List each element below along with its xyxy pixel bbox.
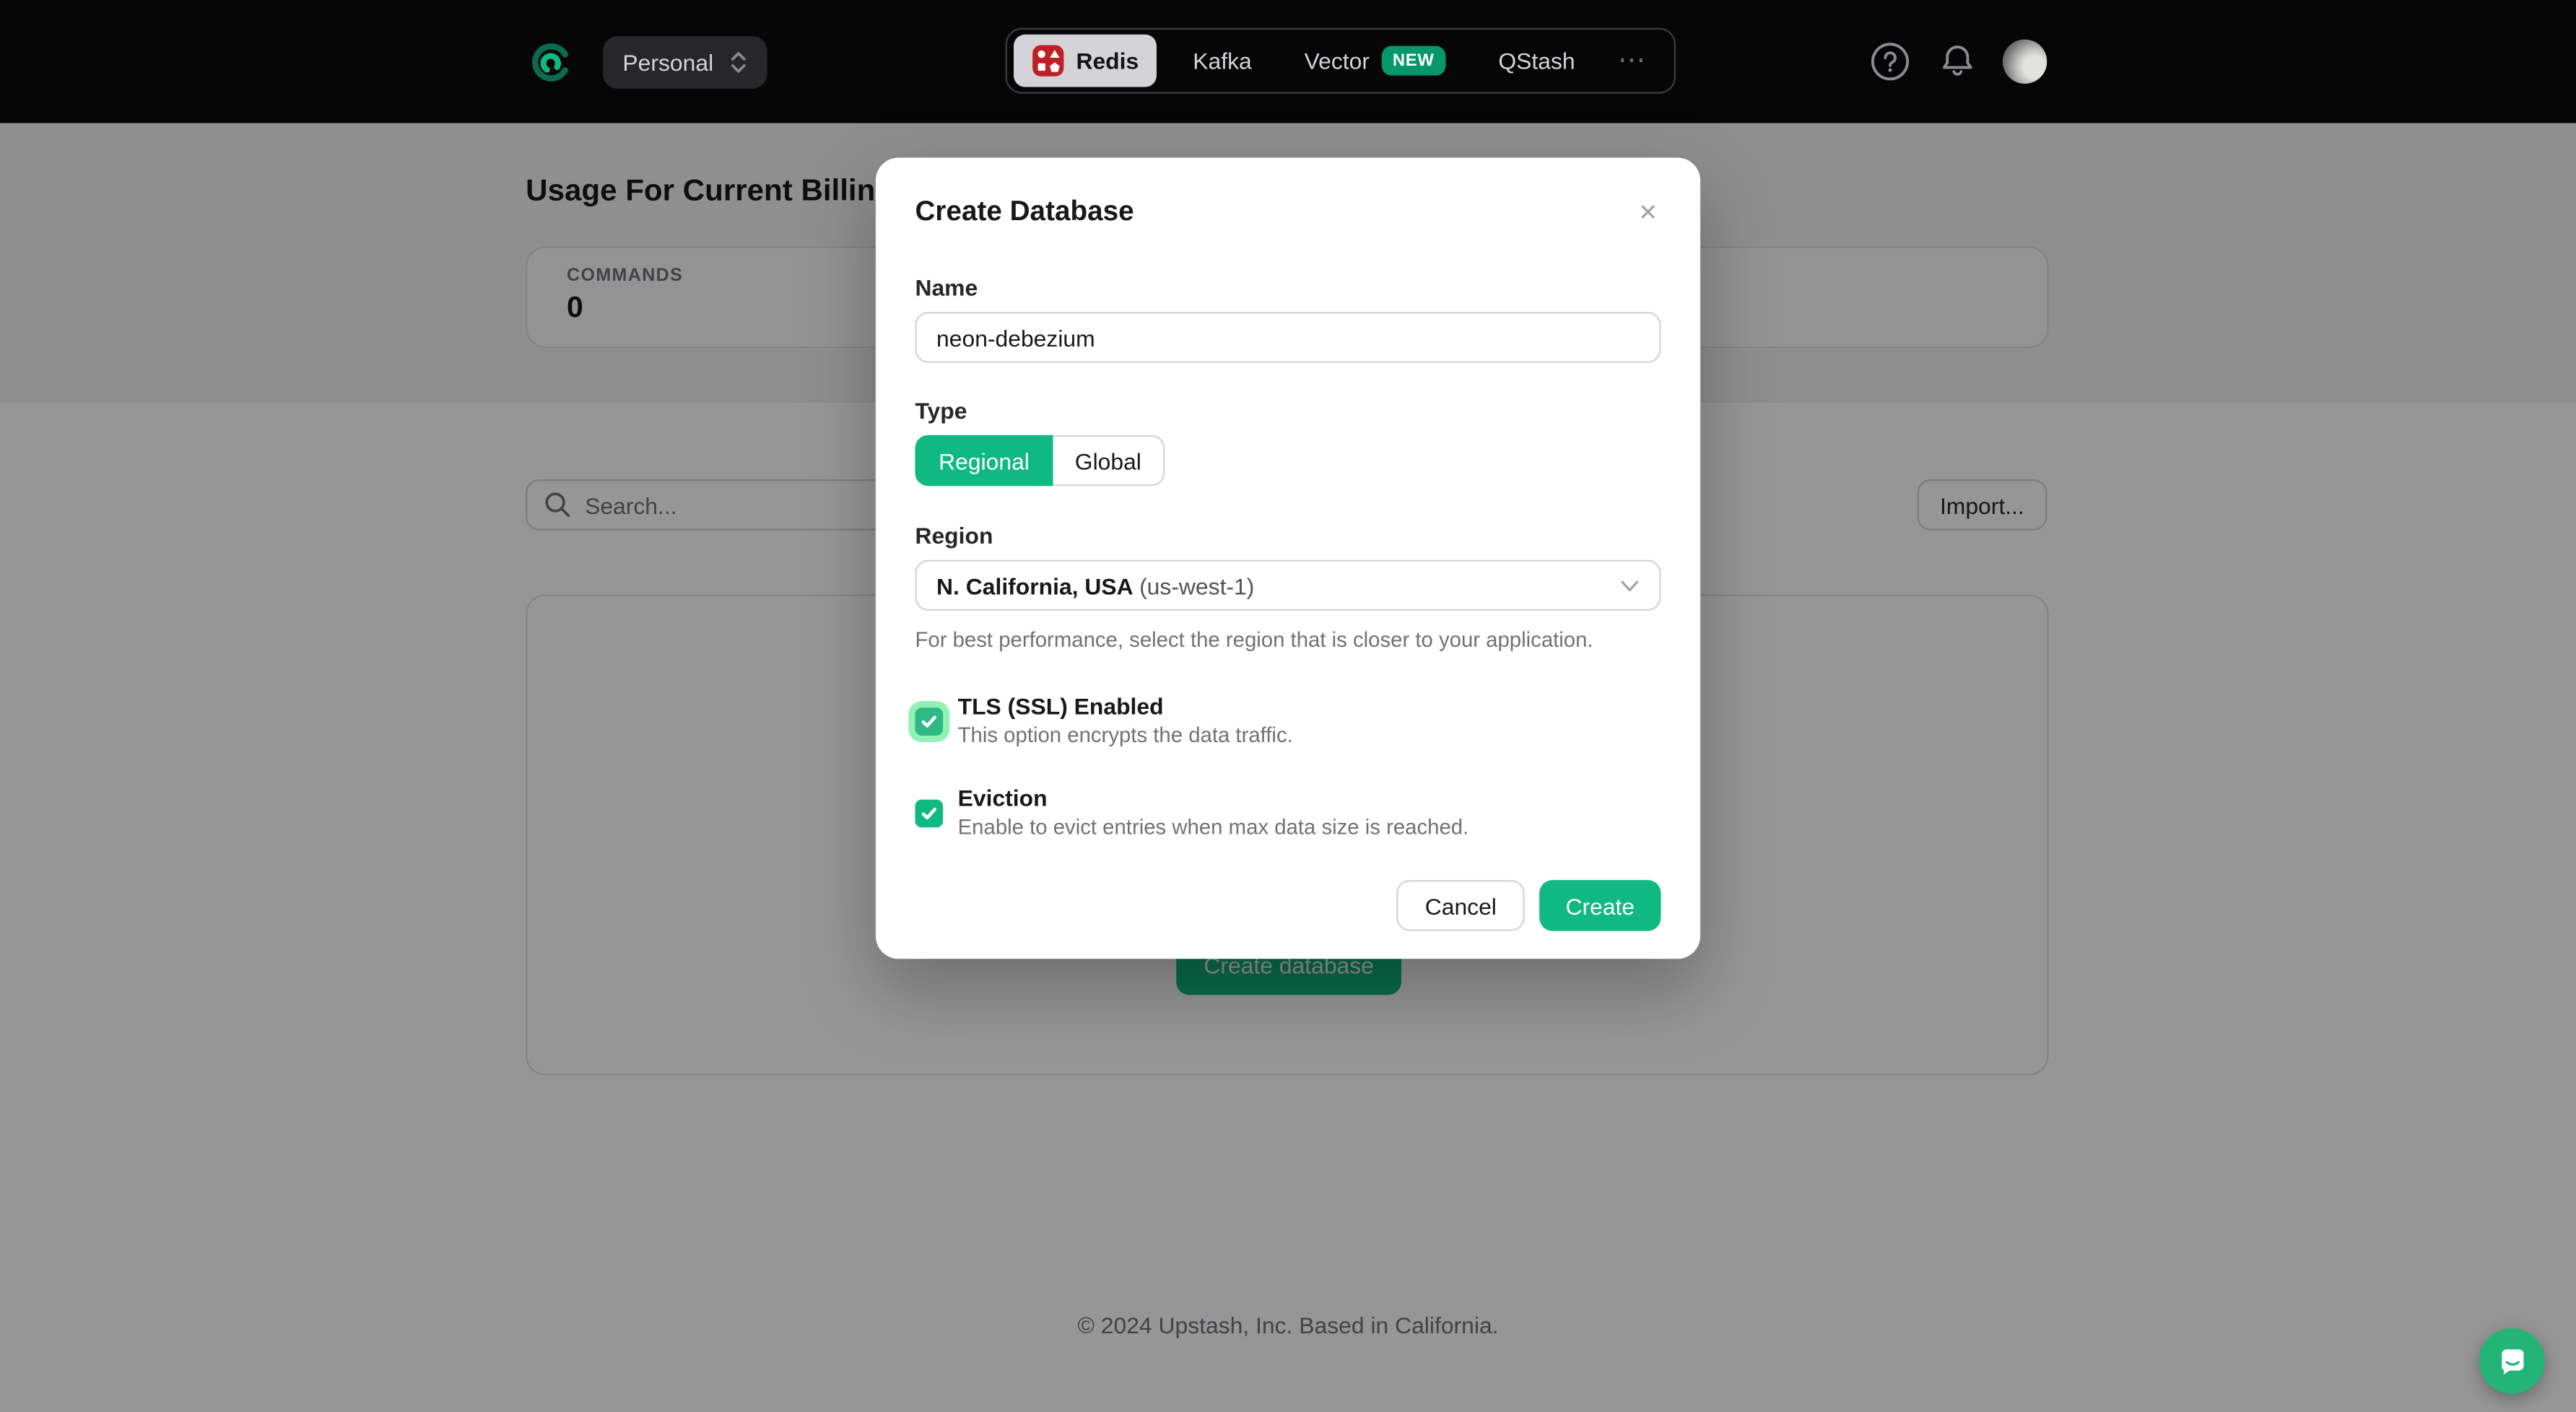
- create-button[interactable]: Create: [1539, 880, 1661, 931]
- tab-vector-label: Vector: [1305, 48, 1370, 74]
- tab-redis[interactable]: Redis: [1014, 35, 1157, 87]
- navbar-left: Personal: [529, 0, 768, 123]
- tab-qstash-label: QStash: [1498, 48, 1575, 74]
- create-database-modal: Create Database ✕ Name Type Regional Glo…: [876, 157, 1700, 959]
- eviction-row: Eviction Enable to evict entries when ma…: [915, 786, 1661, 839]
- tls-text: TLS (SSL) Enabled This option encrypts t…: [958, 694, 1293, 747]
- type-option-global[interactable]: Global: [1053, 435, 1165, 487]
- tab-qstash[interactable]: QStash: [1472, 35, 1601, 87]
- chat-bubble-icon: [2494, 1344, 2529, 1379]
- navbar-right: [1868, 0, 2047, 123]
- tls-description: This option encrypts the data traffic.: [958, 724, 1293, 747]
- more-products-button[interactable]: ⋯: [1601, 35, 1663, 87]
- eviction-text: Eviction Enable to evict entries when ma…: [958, 786, 1469, 839]
- redis-icon: [1032, 44, 1065, 77]
- eviction-label: Eviction: [958, 786, 1469, 811]
- workspace-switcher[interactable]: Personal: [603, 35, 767, 88]
- tab-kafka-label: Kafka: [1193, 48, 1251, 74]
- tab-kafka[interactable]: Kafka: [1167, 35, 1278, 87]
- tab-redis-label: Redis: [1076, 48, 1139, 74]
- tls-label: TLS (SSL) Enabled: [958, 694, 1293, 719]
- help-button[interactable]: [1868, 40, 1910, 83]
- type-option-regional[interactable]: Regional: [915, 435, 1053, 487]
- modal-title: Create Database: [915, 197, 1133, 227]
- modal-actions: Cancel Create: [915, 880, 1661, 931]
- avatar[interactable]: [2003, 40, 2047, 84]
- workspace-name: Personal: [622, 48, 713, 74]
- close-icon[interactable]: ✕: [1635, 197, 1661, 227]
- modal-header: Create Database ✕: [915, 197, 1661, 227]
- region-helper-text: For best performance, select the region …: [915, 627, 1661, 652]
- chevron-updown-icon: [730, 48, 748, 74]
- check-icon: [920, 803, 938, 822]
- product-tabs: Redis Kafka Vector NEW QStash ⋯: [1006, 28, 1676, 94]
- ellipsis-icon: ⋯: [1618, 44, 1648, 77]
- check-icon: [920, 712, 938, 730]
- chevron-down-icon: [1620, 579, 1640, 592]
- chat-launcher-button[interactable]: [2479, 1328, 2545, 1394]
- database-name-input[interactable]: [915, 312, 1661, 363]
- bell-icon: [1936, 41, 1977, 82]
- tab-vector[interactable]: Vector NEW: [1278, 35, 1472, 87]
- notifications-button[interactable]: [1936, 40, 1978, 83]
- help-icon: [1868, 41, 1910, 82]
- region-label: Region: [915, 524, 1661, 547]
- region-value: N. California, USA (us-west-1): [936, 572, 1254, 598]
- navbar: Personal: [0, 0, 2576, 123]
- cancel-button[interactable]: Cancel: [1397, 880, 1525, 931]
- eviction-description: Enable to evict entries when max data si…: [958, 816, 1469, 839]
- tls-checkbox[interactable]: [915, 707, 943, 735]
- eviction-checkbox[interactable]: [915, 799, 943, 827]
- region-select[interactable]: N. California, USA (us-west-1): [915, 560, 1661, 611]
- type-label: Type: [915, 399, 1661, 422]
- app-viewport: Personal: [0, 0, 2576, 1412]
- new-badge: NEW: [1381, 46, 1446, 76]
- type-segmented-control: Regional Global: [915, 435, 1165, 487]
- region-value-primary: N. California, USA: [936, 572, 1133, 598]
- name-label: Name: [915, 276, 1661, 299]
- upstash-logo-icon: [529, 40, 572, 83]
- region-value-secondary: (us-west-1): [1139, 572, 1254, 598]
- tls-row: TLS (SSL) Enabled This option encrypts t…: [915, 694, 1661, 747]
